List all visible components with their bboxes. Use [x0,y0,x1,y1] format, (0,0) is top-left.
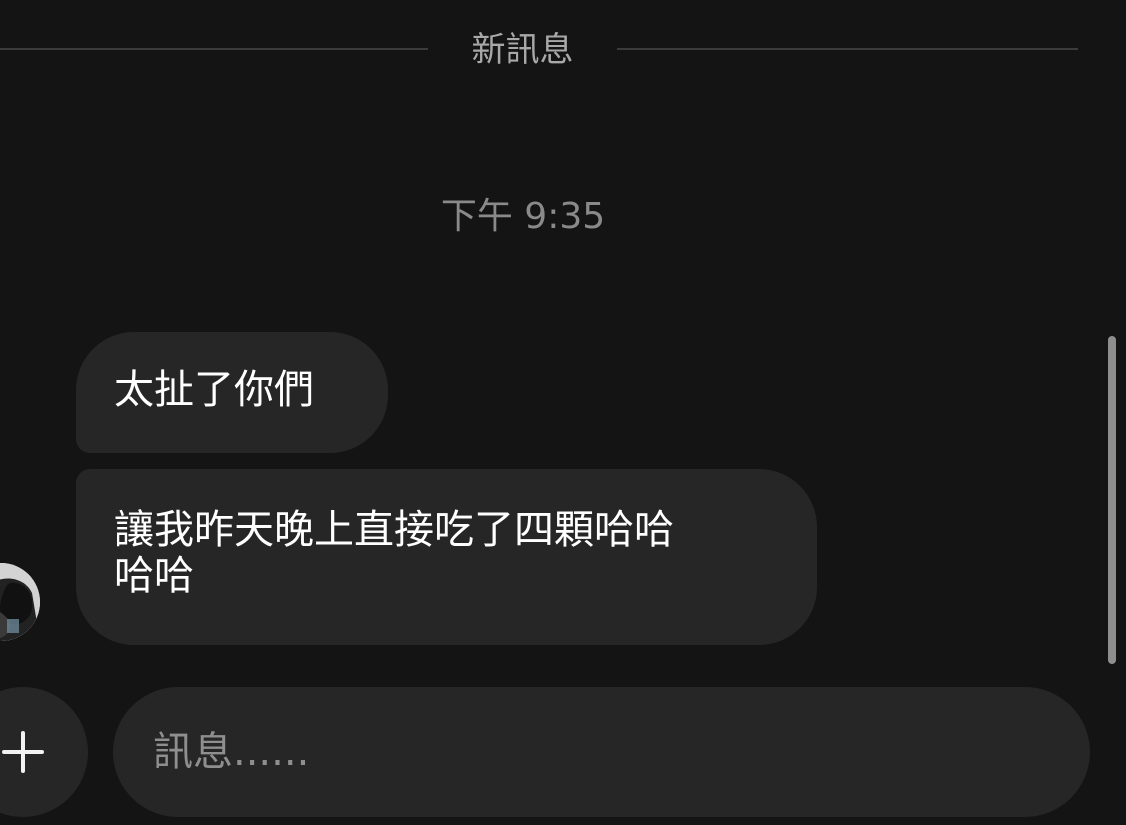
plus-icon [2,731,44,773]
scrollbar[interactable] [1108,336,1116,664]
add-button[interactable] [0,687,88,817]
avatar[interactable] [0,563,40,641]
new-messages-divider-right [617,48,1078,50]
message-input[interactable] [113,687,1090,817]
message-bubble[interactable]: 讓我昨天晚上直接吃了四顆哈哈 哈哈 [76,469,817,645]
message-bubble[interactable]: 太扯了你們 [76,332,388,453]
avatar-photo [0,563,40,641]
new-messages-divider-label: 新訊息 [471,30,574,70]
message-timestamp: 下午 9:35 [440,196,606,237]
new-messages-divider-left [0,48,428,50]
